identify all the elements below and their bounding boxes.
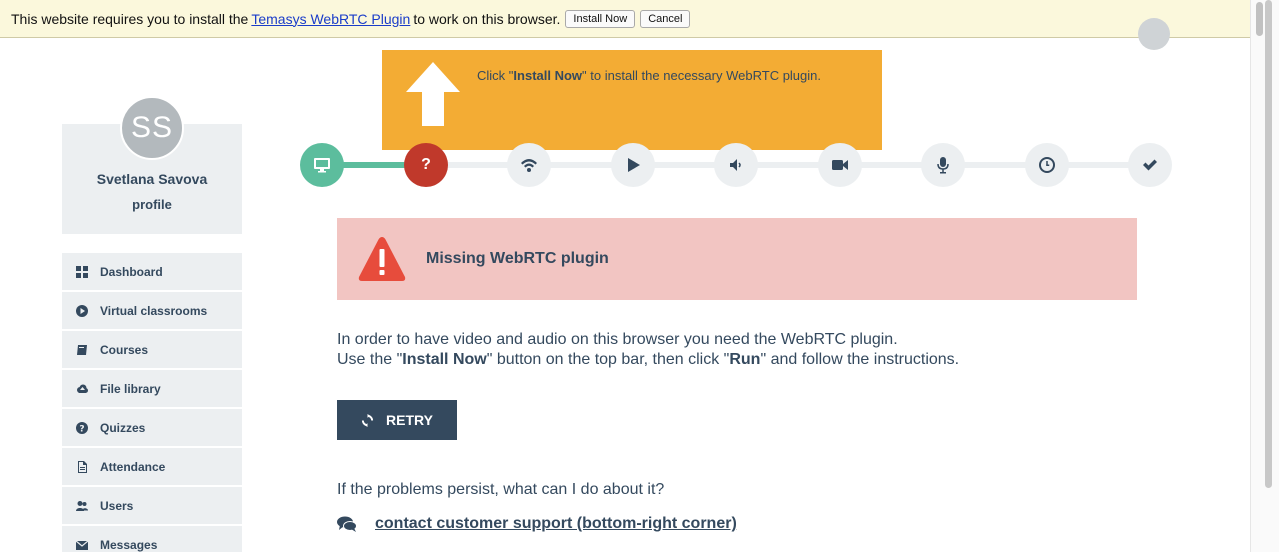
sidebar-item-label: Users [100,498,134,513]
scrollbar-thumb[interactable] [1265,0,1272,488]
step-playback [611,143,655,187]
install-hint-tooltip: Click "Install Now" to install the neces… [382,50,882,150]
sidebar-item-label: Quizzes [100,420,146,435]
dashboard-icon [76,265,100,278]
users-icon [76,500,100,512]
setup-progress-steps: ? [300,143,1172,187]
missing-plugin-alert: Missing WebRTC plugin [337,218,1137,300]
cloud-upload-icon [76,383,100,395]
sidebar-nav: Dashboard Virtual classrooms Courses Fil… [62,253,242,552]
profile-name: Svetlana Savova [96,171,208,187]
user-menu-avatar[interactable] [1138,18,1170,50]
question-icon: ? [421,156,431,173]
sidebar-item-users[interactable]: Users [62,487,242,524]
alert-title: Missing WebRTC plugin [426,250,609,267]
video-camera-icon [832,160,848,170]
document-icon [76,460,100,473]
play-circle-icon [76,304,100,317]
install-now-button[interactable]: Install Now [565,9,636,28]
check-icon [1143,159,1157,171]
step-audio [714,143,758,187]
plugin-bar-text-before: This website requires you to install the [11,10,249,27]
sidebar-item-label: Virtual classrooms [100,303,208,318]
sidebar-item-dashboard[interactable]: Dashboard [62,253,242,290]
sidebar-item-label: Attendance [100,459,166,474]
warning-icon [358,237,406,281]
support-row: contact customer support (bottom-right c… [337,515,737,533]
instructions-text: In order to have video and audio on this… [337,330,1137,370]
sidebar-item-courses[interactable]: Courses [62,331,242,368]
step-camera [818,143,862,187]
step-plugin: ? [404,143,448,187]
step-complete [1128,143,1172,187]
svg-text:?: ? [79,424,84,434]
arrow-up-icon [406,62,460,126]
sidebar-item-virtual-classrooms[interactable]: Virtual classrooms [62,292,242,329]
scrollbar-thumb-top[interactable] [1256,2,1263,36]
instructions-line-1: In order to have video and audio on this… [337,331,898,348]
sidebar-item-messages[interactable]: Messages [62,526,242,552]
sidebar-item-file-library[interactable]: File library [62,370,242,407]
contact-support-link[interactable]: contact customer support (bottom-right c… [375,515,737,533]
cancel-button[interactable]: Cancel [640,9,691,28]
wifi-icon [521,159,537,172]
refresh-icon [361,413,374,427]
plugin-bar-text-after: to work on this browser. [413,10,561,27]
microphone-icon [937,157,949,174]
step-network [507,143,551,187]
sidebar-item-label: Courses [100,342,149,357]
step-clock [1025,143,1069,187]
plugin-notification-bar: This website requires you to install the… [0,0,1250,38]
profile-link[interactable]: profile [62,197,242,212]
clock-icon [1039,157,1055,173]
tooltip-message: Click "Install Now" to install the neces… [477,68,822,83]
retry-label: RETRY [386,412,433,428]
sidebar-item-attendance[interactable]: Attendance [62,448,242,485]
instructions-line-2: Use the "Install Now" button on the top … [337,351,960,368]
sidebar-item-label: File library [100,381,161,396]
envelope-icon [76,539,100,551]
comments-icon [337,516,357,532]
scrollbar[interactable] [1250,0,1279,552]
sidebar-item-label: Dashboard [100,264,163,279]
sidebar-item-quizzes[interactable]: ? Quizzes [62,409,242,446]
book-icon [76,344,100,356]
persist-question: If the problems persist, what can I do a… [337,481,665,498]
volume-icon [730,159,741,171]
page: This website requires you to install the… [0,0,1279,552]
play-icon [628,158,640,172]
avatar[interactable]: SS [120,96,184,160]
question-circle-icon: ? [76,421,100,434]
plugin-link[interactable]: Temasys WebRTC Plugin [251,11,410,27]
desktop-icon [314,158,330,173]
step-microphone [921,143,965,187]
retry-button[interactable]: RETRY [337,400,457,440]
sidebar-item-label: Messages [100,537,158,552]
step-desktop [300,143,344,187]
